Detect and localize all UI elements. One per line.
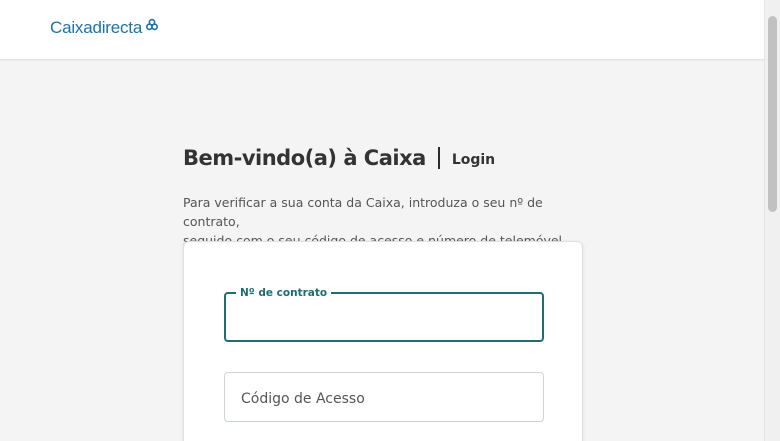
caixadirecta-logo[interactable]: Caixadirecta xyxy=(50,17,159,39)
contract-number-input[interactable] xyxy=(238,306,532,330)
access-code-input[interactable] xyxy=(239,387,533,411)
title-divider xyxy=(437,147,440,169)
page-subtitle: Login xyxy=(451,152,496,168)
contract-number-field[interactable]: Nº de contrato xyxy=(224,286,544,342)
scrollbar-thumb[interactable] xyxy=(768,16,777,212)
top-header: Caixadirecta xyxy=(0,0,765,60)
login-intro: Bem-vindo(a) à Caixa Login Para verifica… xyxy=(183,140,583,250)
access-code-field[interactable] xyxy=(224,372,544,422)
title-row: Bem-vindo(a) à Caixa Login xyxy=(183,140,583,176)
intro-line-1: Para verificar a sua conta da Caixa, int… xyxy=(183,195,543,229)
login-page: Caixadirecta Bem-vindo(a) à Caixa Login … xyxy=(0,0,780,441)
logo-text: Caixadirecta xyxy=(50,18,143,37)
page-title: Bem-vindo(a) à Caixa xyxy=(183,146,426,170)
contract-number-label: Nº de contrato xyxy=(236,286,332,300)
login-card: Nº de contrato xyxy=(183,241,583,441)
page-scrollbar[interactable] xyxy=(764,0,780,441)
caixa-knot-icon xyxy=(146,18,159,31)
